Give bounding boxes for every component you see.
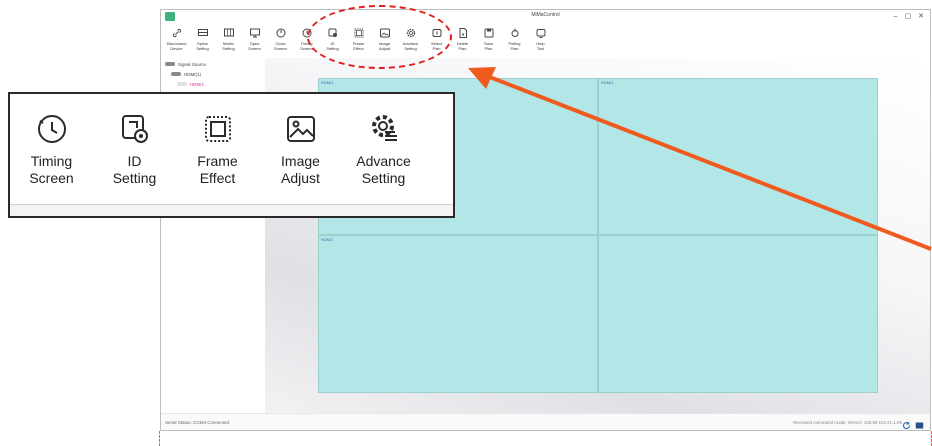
zoom-frame-effect-button[interactable]: Frame Effect — [176, 94, 259, 187]
gear-icon — [371, 115, 397, 141]
zoom-button-label: Advance Setting — [356, 153, 411, 186]
clock-icon — [37, 115, 66, 143]
zoom-bottom-strip — [10, 205, 453, 216]
zoom-advance-setting-button[interactable]: Advance Setting — [342, 94, 425, 187]
zoom-button-label: ID Setting — [112, 153, 157, 186]
zoomed-toolbar-callout: Timing Screen ID Setting Frame Effect Im… — [8, 92, 455, 218]
image-icon — [286, 116, 315, 142]
zoom-image-adjust-button[interactable]: Image Adjust — [259, 94, 342, 187]
zoom-button-label: Frame Effect — [197, 153, 238, 186]
annotation-arrow — [468, 67, 932, 251]
zoom-id-setting-button[interactable]: ID Setting — [93, 94, 176, 187]
zoom-button-label: Image Adjust — [281, 153, 320, 186]
frame-icon — [204, 116, 231, 142]
zoom-button-label: Timing Screen — [29, 153, 74, 186]
id-icon — [121, 115, 148, 143]
zoomed-toolbar: Timing Screen ID Setting Frame Effect Im… — [10, 94, 425, 187]
guide-line-left — [159, 431, 160, 446]
zoom-timing-screen-button[interactable]: Timing Screen — [10, 94, 93, 187]
